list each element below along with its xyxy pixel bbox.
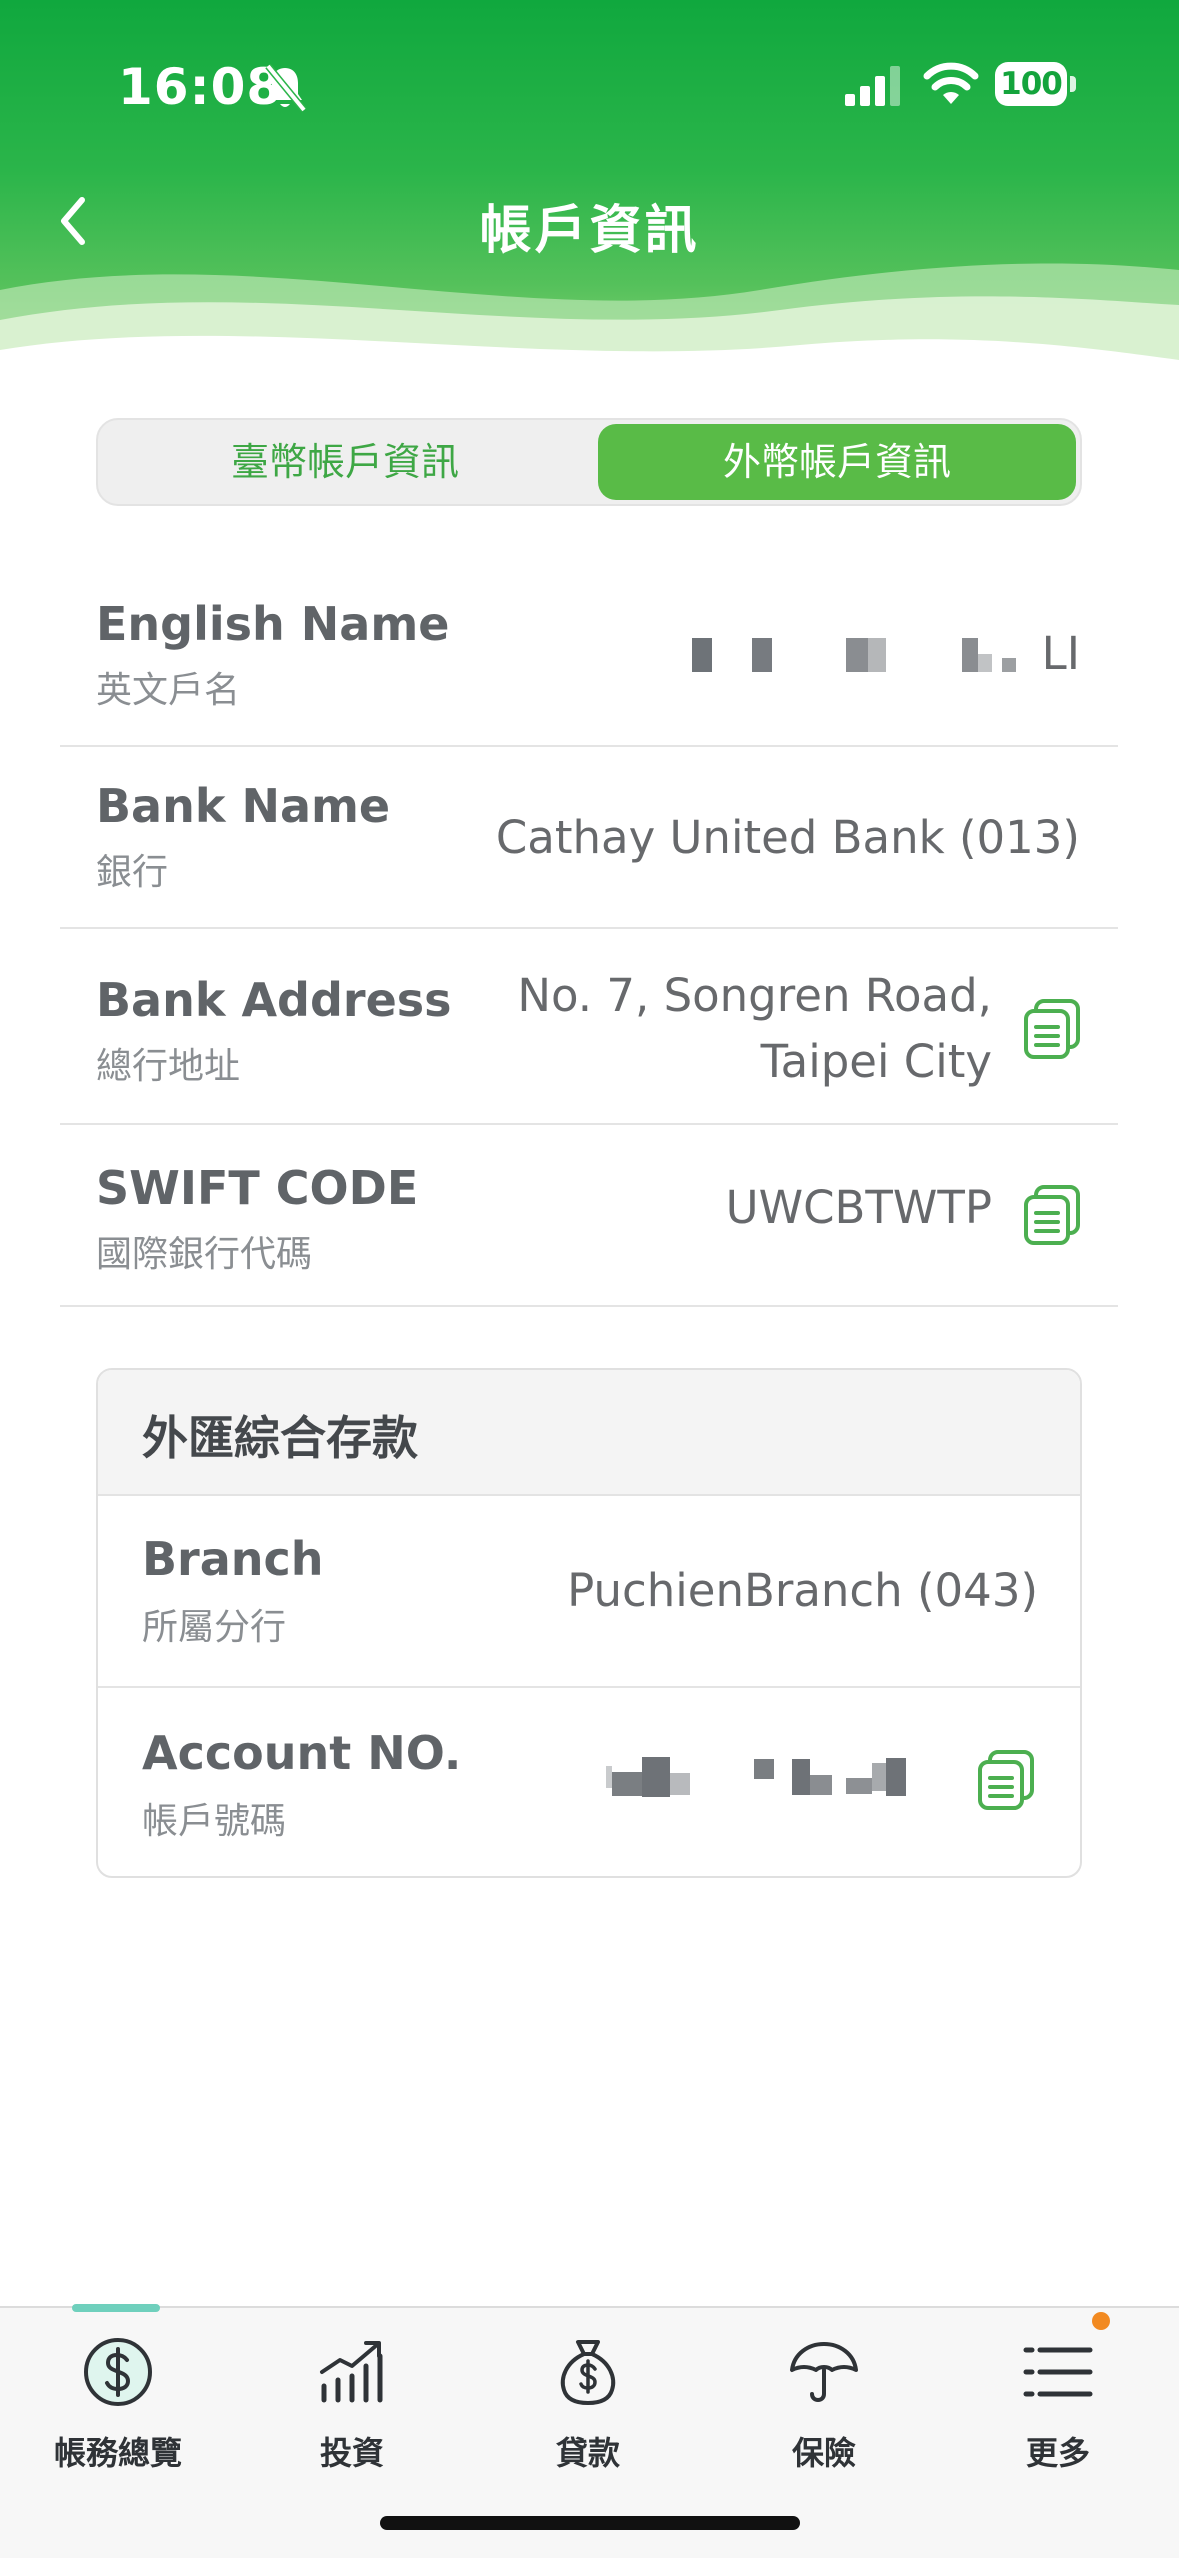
home-indicator <box>380 2516 800 2530</box>
label-bank-name: Bank Name <box>96 779 391 833</box>
tab-twd-account-info[interactable]: 臺幣帳戶資訊 <box>102 424 588 500</box>
tab-label-account-overview: 帳務總覽 <box>53 2434 182 2472</box>
account-type-segmented-control: 臺幣帳戶資訊 外幣帳戶資訊 <box>96 418 1082 506</box>
tab-foreign-currency-account-info[interactable]: 外幣帳戶資訊 <box>598 424 1076 500</box>
tab-label-more: 更多 <box>1025 2434 1090 2472</box>
info-row-english-name: English Name 英文戶名 LI <box>60 565 1118 747</box>
label-branch: Branch <box>142 1532 324 1586</box>
info-row-swift-code: SWIFT CODE 國際銀行代碼 UWCBTWTP <box>60 1125 1118 1307</box>
bank-address-line1: No. 7, Songren Road, <box>517 969 992 1022</box>
info-row-bank-address: Bank Address 總行地址 No. 7, Songren Road, T… <box>60 929 1118 1125</box>
label-bank-address: Bank Address <box>96 973 452 1027</box>
status-time: 16:08 <box>118 58 283 116</box>
card-row-branch: Branch 所屬分行 PuchienBranch (043) <box>98 1494 1080 1688</box>
battery-level: 100 <box>995 62 1067 106</box>
label-account-number: Account NO. <box>142 1726 462 1780</box>
battery-indicator: 100 <box>995 62 1077 108</box>
foreign-deposit-card: 外匯綜合存款 Branch 所屬分行 PuchienBranch (043) A… <box>96 1368 1082 1878</box>
card-title: 外匯綜合存款 <box>142 1411 418 1465</box>
tab-loan[interactable]: 貸款 <box>488 2328 688 2478</box>
app-header: 16:08 100 帳戶資訊 <box>0 0 1179 380</box>
wifi-icon <box>923 62 979 104</box>
copy-account-number-icon[interactable] <box>974 1748 1038 1812</box>
chart-growth-icon <box>320 2341 383 2403</box>
branch-value: PuchienBranch (043) <box>567 1564 1038 1617</box>
label-swift-code-zh: 國際銀行代碼 <box>96 1234 313 1275</box>
tab-more[interactable]: 更多 <box>958 2328 1158 2478</box>
tab-label-loan: 貸款 <box>555 2434 620 2472</box>
battery-tip <box>1070 76 1076 92</box>
tab-investment[interactable]: 投資 <box>252 2328 452 2478</box>
bank-address-line2: Taipei City <box>760 1035 992 1088</box>
copy-swift-code-icon[interactable] <box>1020 1183 1084 1247</box>
label-swift-code: SWIFT CODE <box>96 1161 419 1215</box>
umbrella-icon <box>790 2342 858 2402</box>
label-bank-name-zh: 銀行 <box>96 852 169 893</box>
page-title: 帳戶資訊 <box>479 201 700 261</box>
label-branch-zh: 所屬分行 <box>142 1607 287 1648</box>
label-account-number-zh: 帳戶號碼 <box>142 1801 287 1842</box>
redacted-account-number <box>606 1754 906 1800</box>
tab-label-investment: 投資 <box>319 2434 384 2472</box>
tab-insurance[interactable]: 保險 <box>724 2328 924 2478</box>
card-header: 外匯綜合存款 <box>98 1370 1080 1496</box>
swift-code-value: UWCBTWTP <box>725 1181 992 1234</box>
info-row-bank-name: Bank Name 銀行 Cathay United Bank (013) <box>60 747 1118 929</box>
english-name-suffix: LI <box>1041 627 1080 680</box>
bell-muted-icon <box>265 63 307 113</box>
tab-label-insurance: 保險 <box>791 2434 856 2472</box>
menu-icon <box>1023 2347 1093 2397</box>
label-english-name: English Name <box>96 597 450 651</box>
label-bank-address-zh: 總行地址 <box>96 1046 241 1087</box>
active-tab-indicator <box>72 2304 160 2312</box>
label-english-name-zh: 英文戶名 <box>96 670 241 711</box>
bank-name-value: Cathay United Bank (013) <box>495 811 1080 864</box>
dollar-circle-icon <box>84 2338 152 2406</box>
copy-bank-address-icon[interactable] <box>1020 997 1084 1061</box>
cellular-signal-icon <box>845 66 900 106</box>
money-bag-icon <box>560 2340 616 2405</box>
header-wave-decoration <box>0 263 1179 380</box>
tab-account-overview[interactable]: 帳務總覽 <box>18 2328 218 2478</box>
notification-badge <box>1092 2312 1110 2330</box>
card-row-account-number: Account NO. 帳戶號碼 <box>98 1688 1080 1876</box>
